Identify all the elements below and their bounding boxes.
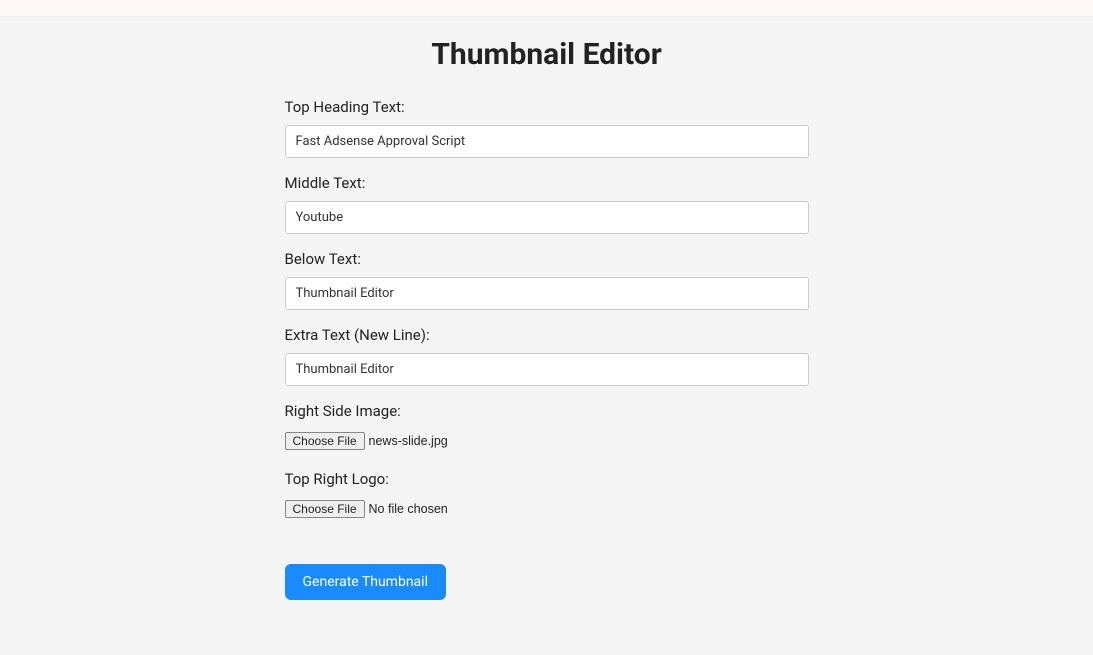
extra-text-input[interactable] xyxy=(285,353,809,386)
top-heading-input[interactable] xyxy=(285,125,809,158)
field-group-right-image: Right Side Image: Choose File news-slide… xyxy=(285,402,809,450)
field-group-middle-text: Middle Text: xyxy=(285,174,809,234)
top-heading-label: Top Heading Text: xyxy=(285,98,809,116)
middle-text-label: Middle Text: xyxy=(285,174,809,192)
field-group-extra-text: Extra Text (New Line): xyxy=(285,326,809,386)
middle-text-input[interactable] xyxy=(285,201,809,234)
below-text-label: Below Text: xyxy=(285,250,809,268)
top-right-logo-label: Top Right Logo: xyxy=(285,470,809,488)
page-title: Thumbnail Editor xyxy=(285,37,809,72)
top-right-logo-choose-button[interactable]: Choose File xyxy=(285,500,365,518)
right-image-choose-button[interactable]: Choose File xyxy=(285,432,365,450)
right-image-file-input[interactable]: Choose File news-slide.jpg xyxy=(285,432,448,450)
right-image-label: Right Side Image: xyxy=(285,402,809,420)
extra-text-label: Extra Text (New Line): xyxy=(285,326,809,344)
top-right-logo-filename: No file chosen xyxy=(369,502,448,516)
field-group-top-right-logo: Top Right Logo: Choose File No file chos… xyxy=(285,470,809,518)
below-text-input[interactable] xyxy=(285,277,809,310)
editor-form: Thumbnail Editor Top Heading Text: Middl… xyxy=(285,17,809,600)
top-right-logo-file-input[interactable]: Choose File No file chosen xyxy=(285,500,448,518)
generate-thumbnail-button[interactable]: Generate Thumbnail xyxy=(285,564,446,600)
field-group-below-text: Below Text: xyxy=(285,250,809,310)
field-group-top-heading: Top Heading Text: xyxy=(285,98,809,158)
right-image-filename: news-slide.jpg xyxy=(369,434,448,448)
top-bar xyxy=(0,0,1093,17)
